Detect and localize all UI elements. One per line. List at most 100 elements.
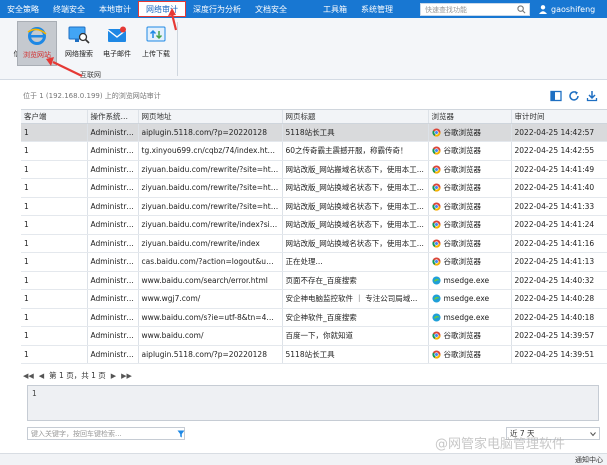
table-row[interactable]: 1 Administra... www.baidu.com/百度一下，你就知道 谷歌浏… bbox=[21, 326, 607, 346]
quick-search-placeholder: 快速查找功能 bbox=[425, 5, 467, 14]
browser-name: msedge.exe bbox=[443, 294, 490, 304]
table-row[interactable]: 1 Administra... ziyuan.baidu.com/rewrite/i… bbox=[21, 234, 607, 253]
browser-name: 谷歌浏览器 bbox=[443, 183, 482, 193]
ribbon-label-search: 网络搜索 bbox=[65, 50, 93, 58]
column-header-browser[interactable]: 浏览器 bbox=[428, 110, 512, 124]
cell-title: 网站改版_网站换域名状态下，使用本工... bbox=[282, 234, 429, 253]
cell-url: tg.xinyou699.cn/cqbz/74/index.html... bbox=[138, 141, 283, 161]
cell-title: 网站改版_网站搬域名状态下，使用本工... bbox=[282, 160, 429, 179]
keyword-search-input[interactable]: 键入关键字，按回车键检索... bbox=[27, 427, 185, 440]
cell-browser: 谷歌浏览器 bbox=[428, 141, 512, 161]
cell-browser: msedge.exe bbox=[428, 271, 512, 290]
username-label: gaoshifeng bbox=[551, 4, 596, 14]
detail-text: 1 bbox=[32, 389, 37, 398]
cell-browser: 谷歌浏览器 bbox=[428, 215, 512, 235]
cell-os-account: Administra... bbox=[87, 160, 139, 179]
menu-behavior-analysis[interactable]: 深度行为分析 bbox=[186, 0, 248, 18]
browser-name: 谷歌浏览器 bbox=[443, 127, 482, 137]
audit-table: 客户端 操作系统帐户 网页地址 网页标题 浏览器 审计时间 1 Administr… bbox=[21, 109, 607, 367]
table-row[interactable]: 1 Administra... ziyuan.baidu.com/rewrite/?… bbox=[21, 197, 607, 216]
browser-name: 谷歌浏览器 bbox=[443, 220, 482, 230]
next-page-icon[interactable]: ▶ bbox=[111, 372, 116, 380]
cell-client: 1 bbox=[21, 326, 88, 346]
status-bar: 通知中心 bbox=[0, 453, 607, 465]
table-row[interactable]: 1 Administra... tg.xinyou699.cn/cqbz/74/in… bbox=[21, 141, 607, 161]
cell-title: 百度一下，你就知道 bbox=[282, 326, 429, 346]
quick-search-input[interactable]: 快速查找功能 bbox=[420, 3, 530, 16]
cell-url: aiplugin.5118.com/?p=20220128 bbox=[138, 345, 283, 364]
table-row[interactable]: 1 Administra... ziyuan.baidu.com/rewrite/?… bbox=[21, 160, 607, 179]
cell-title: 60之传奇霸主震撼开服，称霸传奇！ bbox=[282, 141, 429, 161]
detail-panel: 1 bbox=[27, 385, 599, 421]
table-row[interactable]: 1 Administra... aiplugin.5118.com/?p=20220… bbox=[21, 345, 607, 364]
menu-system-management[interactable]: 系统管理 bbox=[354, 0, 400, 18]
menu-endpoint-security[interactable]: 终端安全 bbox=[46, 0, 92, 18]
browser-name: 谷歌浏览器 bbox=[443, 146, 482, 156]
menu-local-audit[interactable]: 本地审计 bbox=[92, 0, 138, 18]
row-gutter bbox=[0, 109, 21, 367]
chrome-browser-icon bbox=[431, 128, 441, 137]
cell-title: 网站改版_网站换域名状态下，使用本工... bbox=[282, 197, 429, 216]
cell-browser: msedge.exe bbox=[428, 308, 512, 327]
download-icon[interactable] bbox=[586, 90, 598, 102]
layout-icon[interactable] bbox=[550, 90, 562, 102]
cell-browser: 谷歌浏览器 bbox=[428, 178, 512, 198]
cell-title: 安企神电脑监控软件 ｜ 专注公司局域... bbox=[282, 289, 429, 309]
table-row[interactable]: 1 Administra... ziyuan.baidu.com/rewrite/?… bbox=[21, 178, 607, 198]
cell-url: www.baidu.com/s?ie=utf-8&tn=490... bbox=[138, 308, 283, 327]
cell-audit-time: 2022-04-25 14:41:13 bbox=[511, 252, 607, 272]
pager: ◀◀ ◀ 第 1 页，共 1 页 ▶ ▶▶ bbox=[21, 368, 607, 383]
cell-audit-time: 2022-04-25 14:41:24 bbox=[511, 215, 607, 235]
cell-title: 网站改版_网站换域名状态下，使用本工... bbox=[282, 178, 429, 198]
column-header-os-account[interactable]: 操作系统帐户 bbox=[87, 110, 139, 124]
ribbon-button-upload-download[interactable]: 上传下载 bbox=[136, 21, 176, 66]
page-info: 第 1 页，共 1 页 bbox=[49, 371, 106, 380]
cell-browser: 谷歌浏览器 bbox=[428, 345, 512, 364]
chrome-browser-icon bbox=[431, 183, 441, 192]
cell-client: 1 bbox=[21, 234, 88, 253]
edge-browser-icon bbox=[431, 276, 441, 285]
filter-icon[interactable] bbox=[177, 430, 185, 438]
column-header-client[interactable]: 客户端 bbox=[21, 110, 88, 124]
cell-audit-time: 2022-04-25 14:41:33 bbox=[511, 197, 607, 216]
first-page-icon[interactable]: ◀◀ bbox=[23, 372, 34, 380]
column-header-url[interactable]: 网页地址 bbox=[138, 110, 283, 124]
column-header-audit-time[interactable]: 审计时间 bbox=[511, 110, 607, 124]
cell-url: ziyuan.baidu.com/rewrite/index bbox=[138, 234, 283, 253]
table-row[interactable]: 1 Administra... www.baidu.com/s?ie=utf-8&t… bbox=[21, 308, 607, 327]
ribbon-button-email[interactable]: 电子邮件 bbox=[97, 21, 137, 66]
chrome-browser-icon bbox=[431, 331, 441, 340]
cell-audit-time: 2022-04-25 14:40:28 bbox=[511, 289, 607, 309]
ribbon-toolbar: 信 浏览网站 网络搜索 bbox=[0, 18, 607, 80]
refresh-icon[interactable] bbox=[568, 90, 580, 102]
column-header-title[interactable]: 网页标题 bbox=[282, 110, 429, 124]
cell-title: 5118站长工具 bbox=[282, 123, 429, 142]
table-row[interactable]: 1 Administra... cas.baidu.com/?action=logo… bbox=[21, 252, 607, 272]
browser-name: 谷歌浏览器 bbox=[443, 257, 482, 267]
prev-page-icon[interactable]: ◀ bbox=[39, 372, 44, 380]
menu-network-audit[interactable]: 网络审计 bbox=[138, 1, 186, 17]
table-row[interactable]: 1 Administra... ziyuan.baidu.com/rewrite/i… bbox=[21, 215, 607, 235]
cell-client: 1 bbox=[21, 123, 88, 142]
ribbon-button-web-search[interactable]: 网络搜索 bbox=[59, 21, 99, 66]
last-page-icon[interactable]: ▶▶ bbox=[121, 372, 132, 380]
cell-os-account: Administra... bbox=[87, 289, 139, 309]
cell-os-account: Administra... bbox=[87, 215, 139, 235]
table-header-row: 客户端 操作系统帐户 网页地址 网页标题 浏览器 审计时间 bbox=[21, 110, 607, 124]
cell-os-account: Administra... bbox=[87, 271, 139, 290]
search-icon[interactable] bbox=[517, 5, 526, 14]
ribbon-label-email: 电子邮件 bbox=[103, 50, 131, 58]
user-account[interactable]: gaoshifeng bbox=[538, 0, 595, 18]
notification-center-link[interactable]: 通知中心 bbox=[575, 455, 603, 465]
cell-client: 1 bbox=[21, 345, 88, 364]
menu-document-security[interactable]: 文档安全 bbox=[248, 0, 294, 18]
ribbon-button-browse-websites[interactable]: 浏览网站 bbox=[17, 21, 57, 66]
table-row[interactable]: 1 Administra... aiplugin.5118.com/?p=20220… bbox=[21, 123, 607, 142]
table-row[interactable]: 1 Administra... www.wgj7.com/安企神电脑监控软件 ｜ 专… bbox=[21, 289, 607, 309]
menu-toolbox[interactable]: 工具箱 bbox=[316, 0, 354, 18]
table-row[interactable]: 1 Administra... www.baidu.com/search/error… bbox=[21, 271, 607, 290]
cell-client: 1 bbox=[21, 141, 88, 161]
cell-os-account: Administra... bbox=[87, 197, 139, 216]
cell-os-account: Administra... bbox=[87, 252, 139, 272]
menu-security-policy[interactable]: 安全策略 bbox=[0, 0, 46, 18]
